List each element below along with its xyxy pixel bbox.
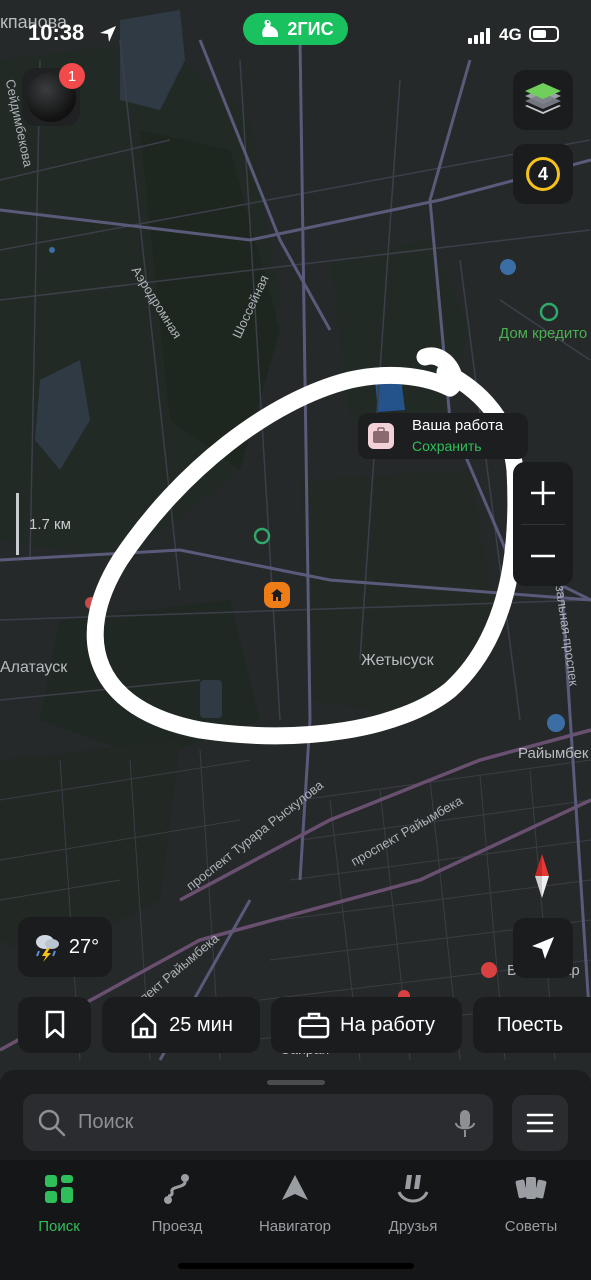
tab-route[interactable]: Проезд	[118, 1170, 236, 1240]
compass-icon[interactable]	[520, 852, 564, 900]
scale-bar	[16, 493, 19, 555]
search-icon	[38, 1109, 66, 1137]
zoom-controls	[513, 462, 573, 586]
traffic-level: 4	[526, 157, 560, 191]
map-label-zhetysuskiy: Жетысуск	[361, 652, 434, 669]
signal-icon	[468, 28, 490, 44]
work-callout[interactable]: Ваша работа Сохранить	[358, 413, 528, 459]
thunderstorm-icon	[35, 935, 59, 962]
work-chip-label: На работу	[340, 1013, 435, 1036]
tab-friends[interactable]: Друзья	[354, 1170, 472, 1240]
tab-tips[interactable]: Советы	[472, 1170, 590, 1240]
bookmark-icon	[45, 1010, 64, 1039]
tab-search[interactable]: Поиск	[0, 1170, 118, 1240]
status-time: 10:38	[28, 20, 85, 45]
briefcase-icon	[368, 423, 394, 449]
callout-title: Ваша работа	[412, 417, 504, 434]
bookmarks-chip[interactable]	[18, 997, 91, 1053]
tab-route-label: Проезд	[151, 1218, 203, 1235]
zoom-in-button[interactable]	[513, 462, 573, 524]
minus-icon	[531, 554, 555, 558]
house-icon	[131, 1012, 157, 1039]
search-placeholder: Поиск	[78, 1111, 134, 1133]
plus-icon	[531, 481, 555, 505]
tab-navigator-label: Навигатор	[258, 1218, 332, 1235]
status-bar: 10:38 2ГИС 4G	[0, 0, 591, 70]
map-label-dom-kredito: Дом кредито	[499, 325, 588, 342]
brand-name: 2ГИС	[287, 18, 334, 39]
bottom-sheet: Поиск	[0, 1070, 591, 1160]
my-location-button[interactable]	[513, 918, 573, 978]
weather-temperature: 27°	[68, 935, 100, 958]
briefcase-outline-icon	[298, 1012, 330, 1039]
home-pin[interactable]	[264, 582, 290, 608]
microphone-icon[interactable]	[453, 1108, 477, 1140]
navigation-arrow-icon	[532, 937, 554, 959]
quick-chips: 25 мин На работу Поесть	[0, 997, 591, 1053]
layers-button[interactable]	[513, 70, 573, 130]
navigator-icon	[282, 1175, 308, 1200]
scale-label: 1.7 км	[29, 516, 71, 533]
tab-navigator[interactable]: Навигатор	[236, 1170, 354, 1240]
sheet-grabber[interactable]	[267, 1080, 325, 1085]
menu-button[interactable]	[512, 1095, 568, 1151]
location-arrow-icon	[100, 26, 116, 42]
callout-save-link[interactable]: Сохранить	[412, 438, 482, 454]
work-chip[interactable]: На работу	[271, 997, 462, 1053]
grid-icon	[45, 1175, 73, 1203]
tab-search-label: Поиск	[38, 1218, 80, 1235]
tab-bar: Поиск Проезд Навигатор Друзья Советы	[0, 1160, 591, 1280]
brand-badge: 2ГИС	[243, 13, 348, 45]
tab-friends-label: Друзья	[388, 1218, 438, 1235]
eat-chip-label: Поесть	[497, 1013, 564, 1036]
brand-logo-icon	[262, 19, 279, 37]
search-input[interactable]: Поиск	[23, 1094, 493, 1151]
layers-icon	[525, 83, 561, 114]
home-chip-label: 25 мин	[169, 1013, 233, 1036]
home-indicator	[178, 1263, 414, 1269]
route-icon	[164, 1174, 189, 1204]
friends-icon	[397, 1175, 429, 1203]
home-icon	[271, 589, 283, 601]
map-label-alatauskiy: Алатауск	[0, 659, 68, 676]
tab-tips-label: Советы	[504, 1218, 558, 1235]
network-type: 4G	[499, 25, 522, 44]
tips-icon	[515, 1177, 547, 1199]
map-label-raiymbek-station: Райымбек	[518, 745, 589, 762]
battery-icon	[529, 26, 559, 42]
home-chip[interactable]: 25 мин	[102, 997, 260, 1053]
weather-widget[interactable]: 27°	[18, 917, 112, 977]
hamburger-icon	[526, 1113, 554, 1133]
notification-badge: 1	[59, 63, 85, 89]
zoom-out-button[interactable]	[513, 525, 573, 587]
traffic-button[interactable]: 4	[513, 144, 573, 204]
eat-chip[interactable]: Поесть	[473, 997, 591, 1053]
